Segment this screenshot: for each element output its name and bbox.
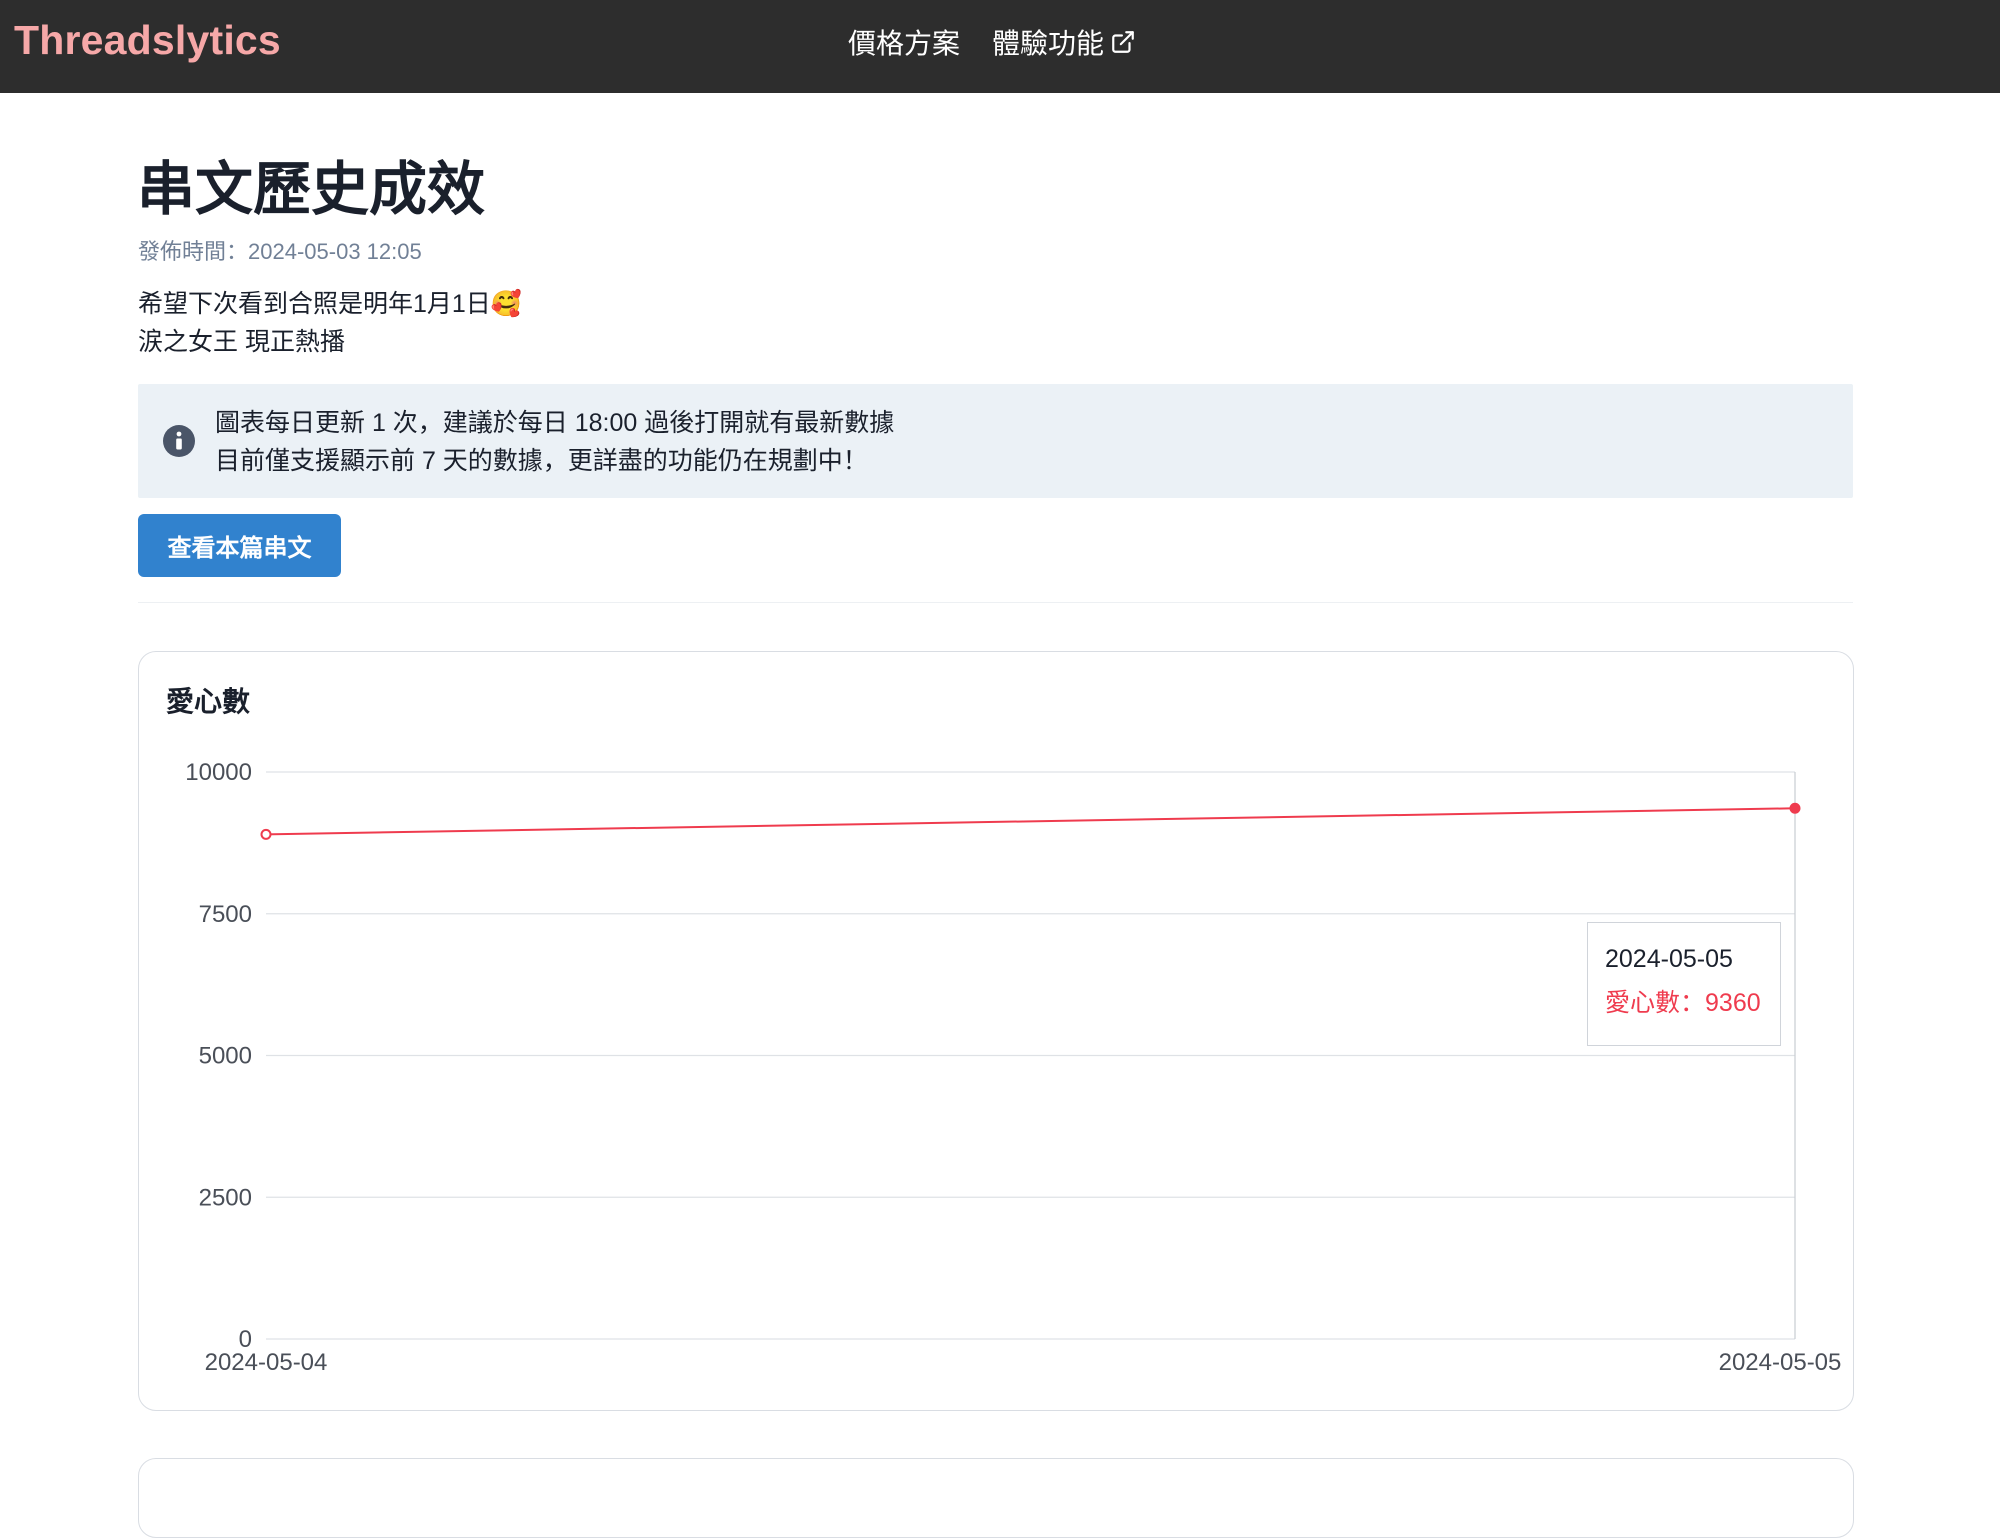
- post-body: 希望下次看到合照是明年1月1日🥰 涙之女王 現正熱播: [138, 285, 522, 361]
- info-icon: [163, 425, 195, 457]
- publish-time: 發佈時間： 2024-05-03 12:05: [138, 237, 422, 267]
- x-tick-label: 2024-05-05: [1719, 1349, 1842, 1376]
- nav-link-pricing-label: 價格方案: [848, 28, 961, 59]
- y-tick-label: 2500: [199, 1184, 252, 1211]
- tooltip-date: 2024-05-05: [1605, 945, 1733, 973]
- data-point: [1789, 802, 1801, 814]
- notice-line: 目前僅支援顯示前 7 天的數據，更詳盡的功能仍在規劃中！: [215, 447, 868, 475]
- divider: [138, 602, 1853, 603]
- post-body-line: 涙之女王 現正熱播: [138, 328, 345, 356]
- view-thread-button[interactable]: 查看本篇串文: [138, 514, 341, 577]
- brand-logo[interactable]: Threadslytics: [14, 16, 281, 64]
- publish-time-value: 2024-05-03 12:05: [248, 239, 422, 264]
- y-tick-label: 10000: [185, 759, 252, 786]
- nav-links: 價格方案 體驗功能: [848, 20, 1136, 64]
- notice-text: 圖表每日更新 1 次，建議於每日 18:00 過後打開就有最新數據 目前僅支援顯…: [215, 404, 894, 480]
- update-notice: 圖表每日更新 1 次，建議於每日 18:00 過後打開就有最新數據 目前僅支援顯…: [138, 384, 1853, 498]
- nav-link-demo[interactable]: 體驗功能: [992, 22, 1136, 62]
- data-point: [260, 828, 272, 840]
- page-title: 串文歷史成效: [137, 157, 486, 222]
- tooltip-separator: ：: [1680, 989, 1706, 1017]
- tooltip-value-label: 愛心數: [1605, 989, 1681, 1017]
- nav-link-demo-label: 體驗功能: [992, 28, 1105, 59]
- post-body-line: 希望下次看到合照是明年1月1日🥰: [138, 290, 522, 318]
- publish-time-label: 發佈時間：: [138, 239, 249, 264]
- external-link-icon: [1112, 31, 1134, 53]
- nav-link-pricing[interactable]: 價格方案: [848, 22, 960, 62]
- next-chart-card: [138, 1458, 1854, 1538]
- notice-line: 圖表每日更新 1 次，建議於每日 18:00 過後打開就有最新數據: [215, 409, 895, 437]
- likes-chart-card: 愛心數 0 2500 5000 7500 10000 2024-05-04 2024-05-…: [138, 651, 1854, 1411]
- chart-tooltip: 2024-05-05 愛心數：9360: [1587, 922, 1781, 1046]
- y-tick-label: 7500: [199, 901, 252, 928]
- tooltip-value-number: 9360: [1705, 989, 1761, 1017]
- x-tick-label: 2024-05-04: [205, 1349, 328, 1376]
- tooltip-value: 愛心數：9360: [1605, 985, 1780, 1021]
- y-tick-label: 5000: [199, 1043, 252, 1070]
- top-navbar: Threadslytics 價格方案 體驗功能: [0, 0, 2000, 93]
- series-line: [265, 807, 1796, 836]
